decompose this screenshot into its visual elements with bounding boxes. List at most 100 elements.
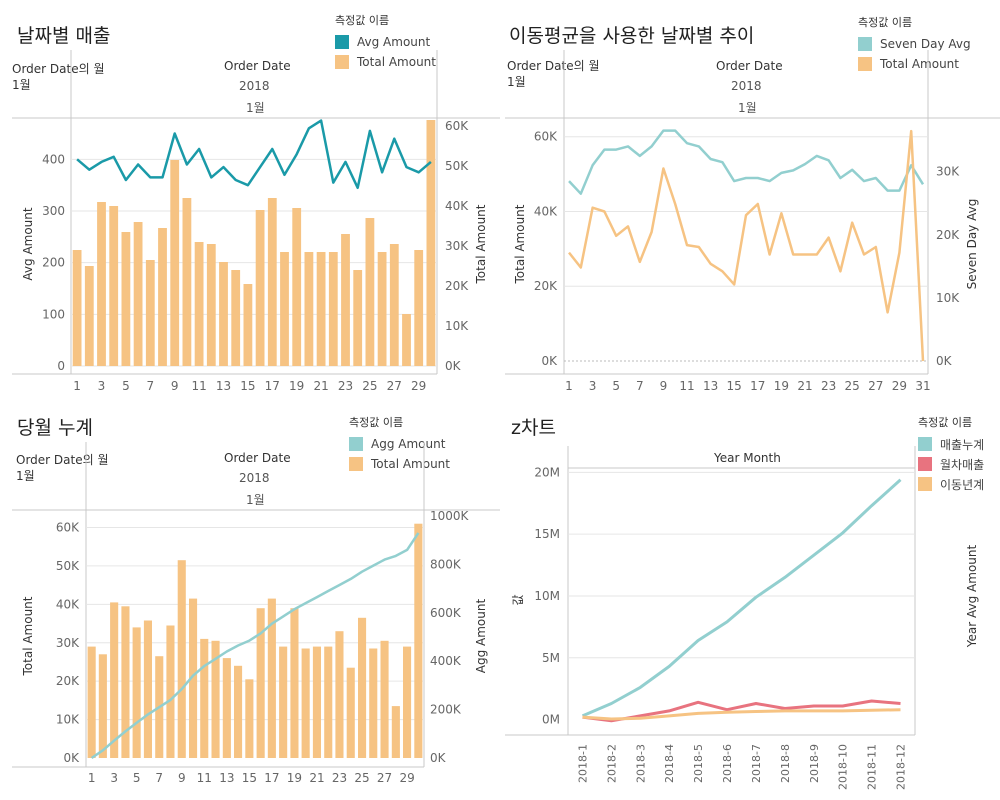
x-tick-label: 23 xyxy=(332,771,347,785)
bar-total-amount xyxy=(402,314,411,366)
left-tick-label: 400 xyxy=(42,152,65,166)
x-tick-label: 23 xyxy=(821,379,836,393)
x-tick-label: 2018-9 xyxy=(808,744,821,783)
bar-total-amount xyxy=(380,640,389,758)
x-tick-label: 29 xyxy=(892,379,907,393)
x-tick-label: 29 xyxy=(399,771,414,785)
right-tick-label: 200K xyxy=(430,703,462,717)
x-tick-label: 9 xyxy=(660,379,668,393)
line-avg-amount xyxy=(76,119,432,190)
x-tick-label: 2018-12 xyxy=(895,744,908,790)
bar-total-amount xyxy=(87,646,96,758)
bar-total-amount xyxy=(231,270,241,366)
left-tick-label: 5M xyxy=(542,651,560,665)
right-tick-label: 10K xyxy=(936,291,960,305)
bar-total-amount xyxy=(346,667,355,758)
bar-total-amount xyxy=(121,232,131,366)
bar-total-amount xyxy=(316,252,326,366)
x-tick-label: 3 xyxy=(110,771,118,785)
x-tick-label: 17 xyxy=(264,771,279,785)
line-moving-annual-total xyxy=(582,708,901,721)
bar-total-amount xyxy=(341,234,350,366)
x-tick-label: 5 xyxy=(122,379,130,393)
left-axis-title: Total Amount xyxy=(513,204,527,284)
bar-total-amount xyxy=(234,665,243,758)
right-tick-label: 20K xyxy=(936,228,960,242)
left-axis-title: Total Amount xyxy=(21,596,35,676)
chart2-plot[interactable]: 0K20K40K60K0K10K20K30K1 3 5 7 9 11 13 15 17 19 21 2… xyxy=(500,0,1000,400)
x-tick-label: 19 xyxy=(774,379,789,393)
x-tick-label: 25 xyxy=(354,771,369,785)
x-tick-label: 2018-6 xyxy=(721,744,734,783)
bar-total-amount xyxy=(426,120,436,366)
x-tick-label: 25 xyxy=(362,379,377,393)
x-tick-label: 23 xyxy=(338,379,353,393)
bar-total-amount xyxy=(110,602,119,758)
bar-total-amount xyxy=(72,250,82,366)
bar-total-amount xyxy=(292,208,302,366)
bar-total-amount xyxy=(335,631,344,758)
right-tick-label: 50K xyxy=(445,159,469,173)
bar-total-amount xyxy=(369,648,378,758)
x-tick-label: 9 xyxy=(178,771,186,785)
bar-total-amount xyxy=(255,210,265,366)
left-tick-label: 100 xyxy=(42,307,65,321)
x-tick-label: 3 xyxy=(589,379,597,393)
left-axis-title: 값 xyxy=(511,594,525,605)
x-tick-label: 2018-5 xyxy=(692,744,705,783)
bar-total-amount xyxy=(279,646,288,758)
chart4-plot[interactable]: 0M 5M 10M 15M 20M 2018-1 2018-2 2018-3 2018-4 201… xyxy=(500,400,1000,800)
left-tick-label: 30K xyxy=(56,636,80,650)
left-tick-label: 15M xyxy=(534,527,560,541)
left-tick-label: 50K xyxy=(56,559,80,573)
x-tick-label: 5 xyxy=(133,771,141,785)
left-tick-label: 0M xyxy=(542,713,560,727)
left-tick-label: 60K xyxy=(534,130,558,144)
right-axis-title: Agg Amount xyxy=(474,599,488,674)
x-tick-label: 2018-4 xyxy=(663,744,676,783)
x-tick-label: 11 xyxy=(679,379,694,393)
bar-total-amount xyxy=(290,608,299,758)
bar-total-amount xyxy=(245,679,254,758)
x-tick-label: 13 xyxy=(216,379,231,393)
bar-total-amount xyxy=(414,250,424,366)
right-tick-label: 0K xyxy=(445,359,462,373)
bar-total-amount xyxy=(182,198,192,366)
bar-total-amount xyxy=(194,242,204,366)
x-tick-label: 29 xyxy=(411,379,426,393)
right-tick-label: 0K xyxy=(430,751,447,765)
left-tick-label: 300 xyxy=(42,204,65,218)
x-tick-label: 31 xyxy=(915,379,930,393)
bar-total-amount xyxy=(365,218,375,366)
bar-total-amount xyxy=(312,646,321,758)
bar-total-amount xyxy=(109,206,119,366)
x-tick-label: 13 xyxy=(219,771,234,785)
line-total-amount xyxy=(568,129,925,362)
bar-total-amount xyxy=(170,160,180,366)
bar-total-amount xyxy=(133,222,143,366)
bar-total-amount xyxy=(132,627,141,758)
x-tick-label: 27 xyxy=(387,379,402,393)
bar-total-amount xyxy=(166,625,175,758)
right-tick-label: 10K xyxy=(445,319,469,333)
bar-total-amount xyxy=(206,244,216,366)
x-tick-label: 2018-7 xyxy=(750,744,763,783)
bar-total-amount xyxy=(324,646,333,758)
bar-total-amount xyxy=(158,228,167,366)
right-tick-label: 30K xyxy=(445,239,469,253)
chart1-plot[interactable]: 01002003004000K10K20K30K40K50K60K1 3 5 7 9 11… xyxy=(0,0,500,400)
bar-total-amount xyxy=(328,252,338,366)
chart3-plot[interactable]: 0K 10K 20K 30K 40K 50K 60K 0K 200K 400K 600K 800K 10… xyxy=(0,400,500,800)
x-tick-label: 7 xyxy=(146,379,154,393)
x-tick-label: 27 xyxy=(377,771,392,785)
left-tick-label: 10K xyxy=(56,713,80,727)
left-tick-label: 20K xyxy=(56,674,80,688)
left-axis-title: Avg Amount xyxy=(21,207,35,280)
x-tick-label: 11 xyxy=(197,771,212,785)
right-tick-label: 1000K xyxy=(430,509,470,523)
x-tick-label: 7 xyxy=(636,379,644,393)
left-tick-label: 200 xyxy=(42,256,65,270)
x-tick-label: 25 xyxy=(845,379,860,393)
x-tick-label: 27 xyxy=(868,379,883,393)
x-tick-label: 9 xyxy=(171,379,179,393)
